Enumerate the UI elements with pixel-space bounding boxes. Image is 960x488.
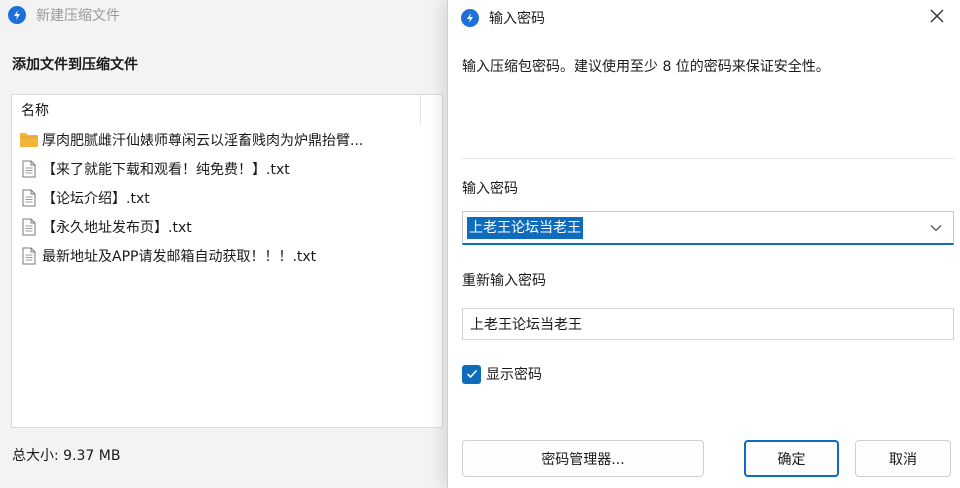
app-logo-icon: [461, 9, 479, 27]
cancel-button[interactable]: 取消: [855, 440, 951, 477]
password-value-selected[interactable]: 上老王论坛当老王: [467, 216, 583, 239]
dialog-title: 输入密码: [489, 11, 545, 27]
list-item[interactable]: 【来了就能下载和观看！纯免费！】.txt: [12, 154, 442, 183]
reenter-password-input[interactable]: 上老王论坛当老王: [462, 308, 954, 340]
text-file-icon: [18, 246, 40, 266]
password-combobox[interactable]: 上老王论坛当老王: [462, 211, 954, 245]
list-item-name: 厚肉肥腻雌汗仙婊师尊闲云以淫畜贱肉为炉鼎抬臂...: [42, 132, 364, 149]
dialog-titlebar: 输入密码: [448, 0, 960, 36]
column-header-label: 名称: [21, 103, 49, 119]
password-manager-button[interactable]: 密码管理器...: [462, 440, 704, 477]
divider: [462, 158, 954, 159]
background-window-title: 新建压缩文件: [36, 8, 120, 24]
background-titlebar: 新建压缩文件: [0, 0, 450, 30]
list-item-name: 【论坛介绍】.txt: [42, 190, 150, 207]
list-item[interactable]: 最新地址及APP请发邮箱自动获取！！！.txt: [12, 241, 442, 270]
list-item[interactable]: 厚肉肥腻雌汗仙婊师尊闲云以淫畜贱肉为炉鼎抬臂...: [12, 125, 442, 154]
text-file-icon: [18, 188, 40, 208]
ok-button[interactable]: 确定: [744, 440, 839, 477]
text-file-icon: [18, 159, 40, 179]
app-logo-icon: [8, 6, 26, 24]
folder-icon: [18, 130, 40, 150]
total-size-label: 总大小: 9.37 MB: [12, 448, 121, 464]
checkmark-icon[interactable]: [462, 364, 481, 384]
show-password-checkbox[interactable]: 显示密码: [462, 364, 542, 384]
list-item-name: 【永久地址发布页】.txt: [42, 219, 192, 236]
dialog-description: 输入压缩包密码。建议使用至少 8 位的密码来保证安全性。: [462, 59, 830, 75]
list-item[interactable]: 【永久地址发布页】.txt: [12, 212, 442, 241]
file-list[interactable]: 名称 厚肉肥腻雌汗仙婊师尊闲云以淫畜贱肉为炉鼎抬臂... 【来了就能下载和观看！纯…: [11, 94, 443, 428]
reenter-password-label: 重新输入密码: [462, 273, 546, 289]
list-item[interactable]: 【论坛介绍】.txt: [12, 183, 442, 212]
close-button[interactable]: [914, 0, 960, 36]
column-separator[interactable]: [420, 95, 421, 125]
list-item-name: 【来了就能下载和观看！纯免费！】.txt: [42, 161, 290, 178]
chevron-down-icon[interactable]: [925, 217, 947, 239]
password-label: 输入密码: [462, 181, 518, 197]
password-dialog: 输入密码 输入压缩包密码。建议使用至少 8 位的密码来保证安全性。 输入密码 上…: [447, 0, 960, 488]
column-header-name[interactable]: 名称: [12, 95, 442, 125]
close-icon: [930, 9, 944, 27]
text-file-icon: [18, 217, 40, 237]
add-files-heading: 添加文件到压缩文件: [12, 57, 138, 73]
show-password-label: 显示密码: [486, 367, 542, 383]
add-to-archive-window: 新建压缩文件 添加文件到压缩文件 名称 厚肉肥腻雌汗仙婊师尊闲云以淫畜贱肉为炉鼎…: [0, 0, 450, 488]
list-item-name: 最新地址及APP请发邮箱自动获取！！！.txt: [42, 248, 317, 265]
